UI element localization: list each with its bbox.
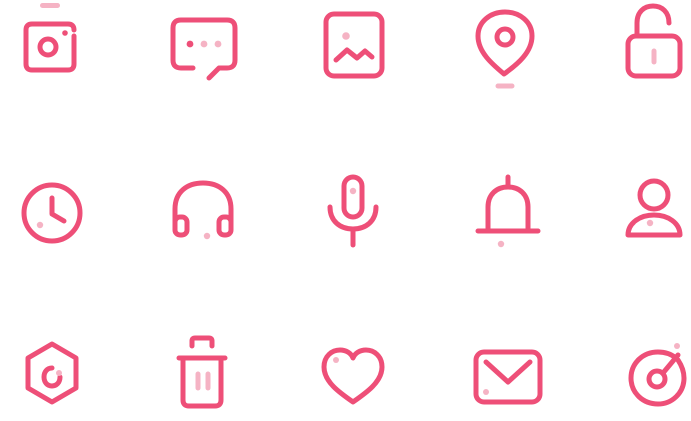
trash-icon	[163, 330, 243, 410]
image-icon	[316, 0, 396, 80]
heart-icon	[316, 330, 396, 410]
hexagon-settings-icon	[14, 330, 94, 410]
clock-icon	[14, 165, 94, 245]
disc-icon	[620, 330, 691, 410]
unlocked-padlock-icon	[620, 0, 691, 80]
headphones-icon	[163, 165, 243, 245]
chat-bubble-icon	[163, 0, 243, 81]
location-pin-icon	[468, 0, 548, 89]
icon-grid	[0, 0, 691, 421]
user-icon	[620, 165, 691, 245]
bell-icon	[468, 165, 548, 248]
mail-icon	[468, 330, 548, 410]
camera-icon	[14, 0, 94, 80]
microphone-icon	[316, 165, 396, 248]
